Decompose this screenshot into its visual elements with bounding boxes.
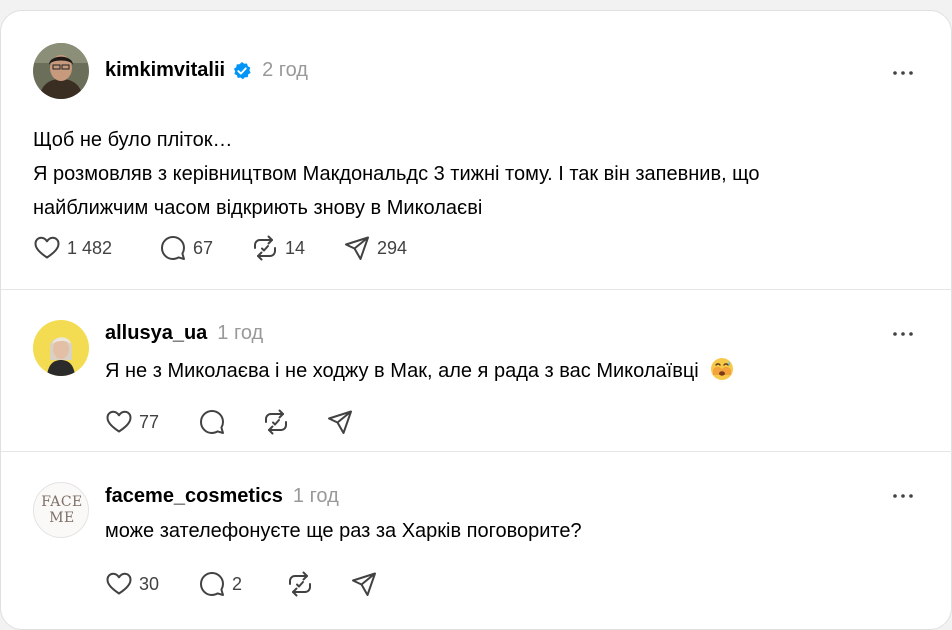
- share-button[interactable]: [350, 569, 378, 599]
- reply-actions: 77: [105, 407, 354, 437]
- reply-item: FACE ME faceme_cosmetics 1 год може зате…: [1, 452, 952, 622]
- repost-icon: [289, 571, 311, 597]
- share-icon: [328, 410, 352, 434]
- share-count: 294: [377, 237, 408, 258]
- comment-count: 67: [193, 237, 214, 258]
- reply-text: може зателефонуєте ще раз за Харків пого…: [105, 520, 582, 543]
- post-text-line: Щоб не було пліток…: [33, 129, 233, 151]
- avatar-logo: FACE ME: [34, 483, 88, 537]
- like-count: 30: [139, 573, 160, 594]
- comment-icon: [161, 236, 185, 260]
- reply-text-content: може зателефонуєте ще раз за Харків пого…: [105, 520, 582, 542]
- avatar[interactable]: [33, 43, 89, 99]
- reply-header: faceme_cosmetics 1 год: [105, 485, 339, 508]
- comment-icon: [200, 572, 224, 596]
- post-text-line: найближчим часом відкриють знову в Микол…: [33, 197, 483, 219]
- comment-button[interactable]: 67: [159, 233, 251, 263]
- reply-time: 1 год: [217, 322, 264, 344]
- post-time: 2 год: [262, 59, 308, 81]
- avatar-image: [33, 43, 89, 99]
- avatar[interactable]: FACE ME: [33, 482, 89, 538]
- comment-count: 2: [232, 573, 243, 594]
- share-icon: [352, 572, 376, 596]
- repost-icon: [254, 235, 276, 261]
- reply-text-content: Я не з Миколаєва і не ходжу в Мак, але я…: [105, 360, 699, 382]
- post-actions: 1 482 67 14 294: [33, 233, 407, 263]
- share-icon: [345, 236, 369, 260]
- username[interactable]: allusya_ua: [105, 322, 207, 345]
- reply-time: 1 год: [292, 485, 339, 507]
- reply-text: Я не з Миколаєва і не ходжу в Мак, але я…: [105, 357, 734, 383]
- username[interactable]: kimkimvitalii: [105, 59, 225, 82]
- repost-button[interactable]: 14: [251, 233, 343, 263]
- repost-button[interactable]: [262, 407, 326, 437]
- share-button[interactable]: 294: [343, 233, 407, 263]
- share-button[interactable]: [326, 407, 354, 437]
- repost-icon: [265, 409, 287, 435]
- avatar[interactable]: [33, 320, 89, 376]
- repost-button[interactable]: [286, 569, 350, 599]
- comment-icon: [200, 410, 224, 434]
- avatar-logo-line: ME: [49, 510, 75, 526]
- like-button[interactable]: 30: [105, 569, 198, 599]
- heart-icon: [106, 572, 132, 595]
- username[interactable]: faceme_cosmetics: [105, 485, 283, 508]
- repost-count: 14: [285, 237, 306, 258]
- like-button[interactable]: 1 482: [33, 233, 159, 263]
- heart-icon: [106, 410, 132, 433]
- hot-face-emoji: [711, 358, 734, 380]
- main-post: kimkimvitalii 2 год Щоб не було пліток… …: [1, 11, 952, 290]
- comment-button[interactable]: [198, 407, 262, 437]
- reply-header: allusya_ua 1 год: [105, 322, 263, 345]
- comment-button[interactable]: 2: [198, 569, 286, 599]
- post-header: kimkimvitalii 2 год: [105, 59, 308, 82]
- post-text-line: Я розмовляв з керівництвом Макдональдс 3…: [33, 163, 760, 185]
- like-button[interactable]: 77: [105, 407, 198, 437]
- verified-badge-icon: [233, 61, 251, 79]
- more-icon[interactable]: [891, 486, 915, 506]
- reply-item: allusya_ua 1 год Я не з Миколаєва і не х…: [1, 290, 952, 452]
- more-icon[interactable]: [891, 63, 915, 83]
- more-icon[interactable]: [891, 324, 915, 344]
- like-count: 1 482: [67, 237, 113, 258]
- avatar-image: [33, 320, 89, 376]
- avatar-logo-line: FACE: [41, 494, 83, 510]
- like-count: 77: [139, 411, 160, 432]
- reply-actions: 30 2: [105, 569, 378, 599]
- thread-card: kimkimvitalii 2 год Щоб не було пліток… …: [0, 10, 952, 630]
- heart-icon: [34, 236, 60, 259]
- post-text: Щоб не було пліток… Я розмовляв з керівн…: [33, 123, 760, 225]
